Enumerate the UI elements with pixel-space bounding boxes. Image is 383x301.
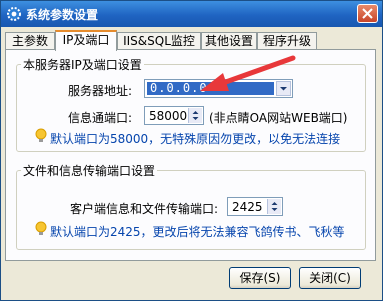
server-port-tip: 默认端口为58000，无特殊原因勿更改，以免无法连接 <box>50 132 341 146</box>
port-spin-buttons[interactable] <box>188 108 202 123</box>
tab-iis-sql-monitor[interactable]: IIS&SQL监控 <box>117 32 201 50</box>
settings-window: 系统参数设置 主参数 IP及端口 IIS&SQL监控 其他设置 程序升级 本服务… <box>0 0 383 301</box>
server-group-legend: 本服务器IP及端口设置 <box>23 58 142 72</box>
transfer-spin-buttons[interactable] <box>267 199 281 214</box>
info-port-stepper[interactable]: 58000 <box>144 106 204 125</box>
lightbulb-icon <box>34 221 48 237</box>
close-window-button[interactable] <box>357 4 378 23</box>
tab-ip-port[interactable]: IP及端口 <box>55 30 117 51</box>
server-address-combo[interactable]: 0.0.0.0 <box>144 79 293 98</box>
window-title: 系统参数设置 <box>26 8 99 22</box>
transfer-port-tip: 默认端口为2425，更改后将无法兼容飞鸽传书、飞秋等 <box>50 225 345 239</box>
transfer-port-value: 2425 <box>232 200 263 214</box>
close-button[interactable]: 关闭(C) <box>299 267 361 289</box>
title-bar[interactable]: 系统参数设置 <box>1 1 382 27</box>
tab-other-settings[interactable]: 其他设置 <box>201 32 257 50</box>
tab-strip: 主参数 IP及端口 IIS&SQL监控 其他设置 程序升级 <box>5 30 377 51</box>
save-button[interactable]: 保存(S) <box>229 267 291 289</box>
transfer-port-label: 客户端信息和文件传输端口: <box>70 202 219 216</box>
info-port-note: (非点睛OA网站WEB端口) <box>209 111 348 125</box>
tab-panel-ip-port: 本服务器IP及端口设置 服务器地址: 0.0.0.0 信息通端口: 58000 … <box>5 49 376 261</box>
tab-main-params[interactable]: 主参数 <box>5 32 55 50</box>
gear-icon <box>6 6 22 22</box>
tab-program-upgrade[interactable]: 程序升级 <box>257 32 317 50</box>
lightbulb-icon <box>34 128 48 144</box>
info-port-label: 信息通端口: <box>68 111 133 125</box>
chevron-down-icon[interactable] <box>276 81 291 96</box>
transfer-group-legend: 文件和信息传输端口设置 <box>23 164 156 178</box>
transfer-port-stepper[interactable]: 2425 <box>227 197 283 216</box>
server-address-value: 0.0.0.0 <box>147 82 274 95</box>
close-icon <box>362 8 373 19</box>
info-port-value: 58000 <box>149 109 188 123</box>
server-address-label: 服务器地址: <box>68 84 133 98</box>
